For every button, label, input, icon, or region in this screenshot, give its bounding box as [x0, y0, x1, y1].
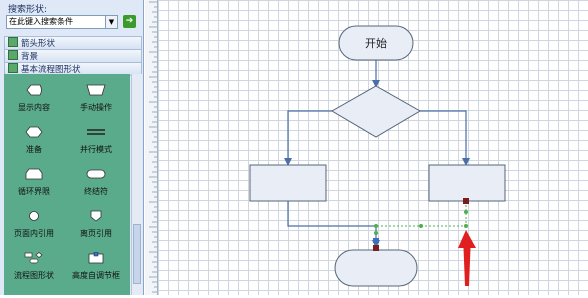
preparation-icon: [25, 126, 43, 138]
shape-label: 高度自调节框: [72, 271, 120, 280]
search-go-button[interactable]: ➔: [123, 15, 136, 28]
search-input[interactable]: 在此键入搜索条件: [6, 15, 106, 29]
search-dropdown-button[interactable]: ▼: [105, 15, 118, 29]
scroll-thumb[interactable]: [133, 224, 141, 284]
shape-auto-height-box[interactable]: 高度自调节框: [66, 250, 126, 282]
end-endpoint-handle[interactable]: [373, 245, 379, 251]
shape-loop-limit[interactable]: 循环界限: [4, 166, 64, 198]
drawing-canvas[interactable]: 开始: [158, 0, 588, 295]
stencil-icon: [8, 50, 18, 60]
connection-point[interactable]: [464, 224, 468, 228]
right-process-shape[interactable]: [428, 164, 506, 202]
shape-label: 准备: [26, 145, 42, 154]
start-label: 开始: [365, 36, 387, 50]
shapes-panel: 搜索形状: 在此键入搜索条件 ▼ ➔ 箭头形状 背景 基本流程图形状 显示内容 …: [0, 0, 144, 295]
selected-endpoint-handle[interactable]: [463, 198, 469, 204]
shape-preparation[interactable]: 准备: [4, 124, 64, 156]
stencil-label: 背景: [21, 52, 39, 62]
stencil-icon: [8, 63, 18, 73]
search-shapes-label: 搜索形状:: [8, 5, 48, 15]
loop-limit-icon: [25, 168, 43, 180]
shape-on-page-reference[interactable]: 页面内引用: [4, 208, 64, 240]
stencil-label: 箭头形状: [21, 39, 56, 49]
chevron-down-icon: ▼: [108, 18, 115, 26]
connector-left-box-to-end[interactable]: [287, 201, 377, 248]
left-process-shape[interactable]: [249, 164, 327, 202]
shape-label: 流程图形状: [14, 271, 54, 280]
red-arrow-icon: [458, 230, 476, 286]
shape-flowchart-shapes[interactable]: 流程图形状: [4, 250, 64, 282]
search-row: 在此键入搜索条件 ▼ ➔: [6, 15, 138, 29]
display-shape-icon: [26, 84, 42, 96]
stencil-icon: [8, 37, 18, 47]
connector-decision-to-right-box[interactable]: [420, 110, 467, 163]
on-page-reference-icon: [29, 211, 39, 221]
stencil-arrow-shapes[interactable]: 箭头形状: [4, 36, 142, 50]
auto-height-box-icon: [88, 252, 104, 264]
flowchart-shapes-icon: [24, 252, 43, 264]
connection-point[interactable]: [374, 224, 378, 228]
stencil-backgrounds[interactable]: 背景: [4, 49, 142, 63]
arrow-right-icon: ➔: [125, 16, 134, 26]
shape-label: 循环界限: [18, 187, 50, 196]
off-page-reference-icon: [90, 210, 102, 222]
shape-label: 离页引用: [80, 229, 112, 238]
ruler-ticks: [149, 1, 157, 293]
shape-off-page-reference[interactable]: 离页引用: [66, 208, 126, 240]
shapes-list: 显示内容 手动操作 准备 并行模式 循环界限 终结符 页面内引用 离页引用 流程…: [4, 74, 130, 295]
shape-manual-operation[interactable]: 手动操作: [66, 82, 126, 114]
shape-display[interactable]: 显示内容: [4, 82, 64, 114]
shape-label: 页面内引用: [14, 229, 54, 238]
flowchart-diagram: 开始: [249, 25, 506, 287]
connection-point[interactable]: [374, 231, 378, 235]
shape-label: 手动操作: [80, 103, 112, 112]
end-terminator-shape[interactable]: [334, 249, 418, 287]
vertical-ruler: [145, 0, 158, 295]
connector-decision-to-left-box[interactable]: [287, 110, 332, 163]
connection-point[interactable]: [419, 224, 423, 228]
terminator-icon: [86, 169, 106, 179]
shape-terminator[interactable]: 终结符: [66, 166, 126, 198]
decision-shape[interactable]: [331, 85, 421, 138]
shape-parallel-mode[interactable]: 并行模式: [66, 124, 126, 156]
shapes-scrollbar[interactable]: [131, 74, 142, 295]
manual-operation-icon: [86, 84, 106, 96]
shape-label: 显示内容: [18, 103, 50, 112]
parallel-mode-icon: [87, 129, 105, 135]
shape-label: 终结符: [84, 187, 108, 196]
glue-point-handle[interactable]: [373, 238, 379, 243]
selected-connector[interactable]: [376, 201, 467, 227]
connection-point[interactable]: [464, 210, 468, 214]
shape-label: 并行模式: [80, 145, 112, 154]
